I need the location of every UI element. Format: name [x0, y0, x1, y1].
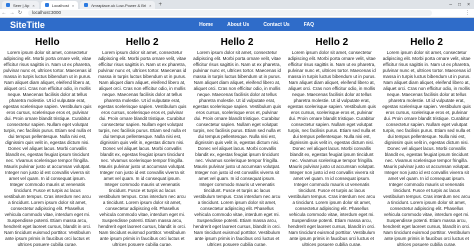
tab-label: /\mraplace.uk Low-Power & Bri: [91, 2, 147, 8]
column-heading: Hello 2: [410, 37, 443, 48]
site-title[interactable]: SiteTitle: [10, 20, 45, 30]
url-field[interactable]: localhost:3000: [28, 10, 432, 16]
site-navbar: SiteTitle Home About Us Contact Us FAQ: [0, 18, 474, 31]
content-column: Hello 2 Lorem ipsum dolor sit amet, cons…: [95, 31, 190, 247]
column-body-text: Lorem ipsum dolor sit amet, consectetur …: [192, 50, 282, 247]
window-controls: – □ ×: [449, 1, 474, 9]
browser-menu-icon[interactable]: ⋮: [465, 10, 470, 16]
column-heading: Hello 2: [220, 37, 254, 48]
back-arrow-icon[interactable]: ←: [0, 10, 8, 16]
nav-link-home[interactable]: Home: [199, 22, 213, 28]
tab-label: Localhost: [51, 2, 69, 8]
new-tab-button[interactable]: +: [158, 1, 162, 9]
browser-tab-bar: Seer | Ap × Localhost × /\mraplace.uk Lo…: [0, 0, 474, 9]
close-window-icon[interactable]: ×: [467, 1, 470, 9]
browser-tab[interactable]: Seer | Ap ×: [2, 1, 39, 9]
column-heading: Hello: [35, 37, 60, 48]
forward-arrow-icon[interactable]: →: [8, 10, 16, 16]
browser-tab-active[interactable]: Localhost ×: [40, 1, 79, 9]
reload-icon[interactable]: ↻: [16, 10, 24, 16]
content-column: Hello Lorem ipsum dolor sit amet, consec…: [0, 31, 95, 247]
favicon-icon: [44, 3, 49, 7]
content-column: Hello 2 Lorem ipsum dolor sit amet, cons…: [190, 31, 285, 247]
content-column: Hello 2 Lorem ipsum dolor sit amet, cons…: [284, 31, 379, 247]
column-body-text: Lorem ipsum dolor sit amet, consectetur …: [3, 50, 92, 247]
nav-links: Home About Us Contact Us FAQ: [199, 22, 314, 28]
favicon-icon: [6, 3, 10, 7]
column-heading: Hello 2: [315, 37, 349, 48]
column-body-text: Lorem ipsum dolor sit amet, consectetur …: [382, 50, 471, 247]
close-icon[interactable]: ×: [32, 3, 34, 8]
nav-link-contact[interactable]: Contact Us: [263, 22, 289, 28]
column-heading: Hello 2: [125, 37, 159, 48]
content-column: Hello 2 Lorem ipsum dolor sit amet, cons…: [379, 31, 474, 247]
close-icon[interactable]: ×: [149, 3, 151, 8]
maximize-icon[interactable]: □: [458, 1, 461, 9]
nav-link-faq[interactable]: FAQ: [304, 22, 314, 28]
content-columns: Hello Lorem ipsum dolor sit amet, consec…: [0, 31, 474, 247]
column-body-text: Lorem ipsum dolor sit amet, consectetur …: [287, 50, 376, 247]
tab-label: Seer | Ap: [13, 2, 30, 8]
nav-link-about[interactable]: About Us: [227, 22, 249, 28]
close-icon[interactable]: ×: [72, 3, 74, 8]
address-bar-row: ← → ↻ localhost:3000 ⋮: [0, 9, 474, 18]
column-body-text: Lorem ipsum dolor sit amet, consectetur …: [98, 50, 187, 247]
minimize-icon[interactable]: –: [449, 1, 452, 9]
favicon-icon: [84, 3, 89, 7]
browser-tab[interactable]: /\mraplace.uk Low-Power & Bri ×: [80, 1, 156, 9]
